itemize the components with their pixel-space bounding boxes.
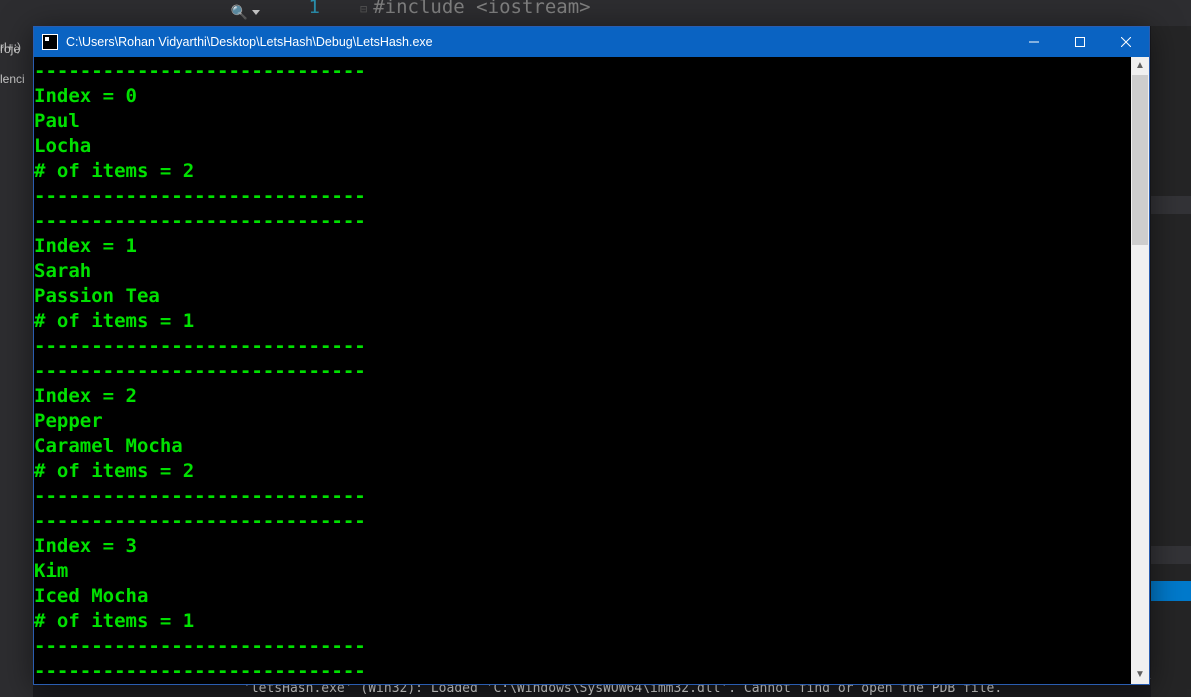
close-icon [1121, 37, 1131, 47]
ide-left-panel: rl+;) roje lenci [0, 26, 33, 697]
app-icon [42, 34, 58, 50]
search-box[interactable]: 🔍 [200, 0, 260, 24]
side-label: lenci [0, 72, 25, 86]
chevron-up-icon: ▲ [1135, 61, 1145, 71]
scroll-up-button[interactable]: ▲ [1131, 57, 1149, 75]
panel-row-selected [1151, 581, 1191, 601]
panel-row [1151, 196, 1191, 214]
fold-toggle-icon[interactable]: ⊟ [360, 2, 367, 16]
scroll-thumb[interactable] [1132, 75, 1148, 245]
minimize-icon [1029, 37, 1039, 47]
scroll-track[interactable] [1131, 75, 1149, 666]
minimize-button[interactable] [1011, 27, 1057, 57]
side-label: roje [0, 42, 20, 56]
ide-toolbar: 🔍 1 ⊟ #include <iostream> [0, 0, 1191, 26]
titlebar[interactable]: C:\Users\Rohan Vidyarthi\Desktop\LetsHas… [34, 27, 1149, 57]
maximize-button[interactable] [1057, 27, 1103, 57]
chevron-down-icon [252, 10, 260, 15]
code-text: #include <iostream> [373, 0, 590, 18]
scroll-down-button[interactable]: ▼ [1131, 666, 1149, 684]
line-number: 1 [290, 0, 320, 18]
console-output: ----------------------------- Index = 0 … [34, 57, 1131, 684]
ide-right-panel [1151, 26, 1191, 697]
panel-row [1151, 546, 1191, 564]
console-window: C:\Users\Rohan Vidyarthi\Desktop\LetsHas… [33, 26, 1150, 685]
search-icon: 🔍 [231, 4, 248, 21]
vertical-scrollbar[interactable]: ▲ ▼ [1131, 57, 1149, 684]
maximize-icon [1075, 37, 1085, 47]
chevron-down-icon: ▼ [1135, 670, 1145, 680]
editor-code-line: 1 ⊟ #include <iostream> [290, 0, 591, 18]
window-title: C:\Users\Rohan Vidyarthi\Desktop\LetsHas… [66, 35, 1011, 49]
close-button[interactable] [1103, 27, 1149, 57]
